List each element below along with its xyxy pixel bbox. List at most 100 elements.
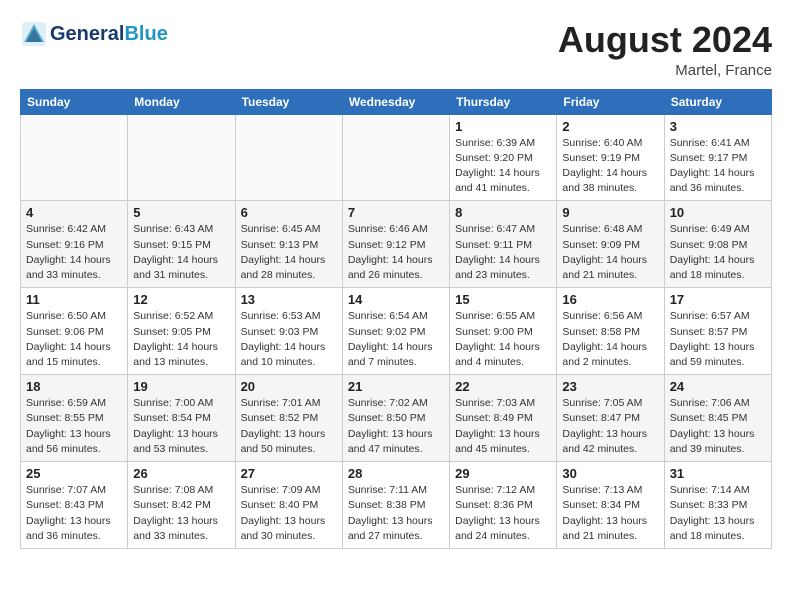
day-number: 4 xyxy=(26,205,122,220)
table-cell: 4 Sunrise: 6:42 AM Sunset: 9:16 PM Daylig… xyxy=(21,201,128,288)
col-friday: Friday xyxy=(557,89,664,114)
month-title: August 2024 xyxy=(558,20,772,60)
table-cell: 22 Sunrise: 7:03 AM Sunset: 8:49 PM Dayli… xyxy=(450,375,557,462)
day-number: 9 xyxy=(562,205,658,220)
day-info: Sunrise: 7:02 AM Sunset: 8:50 PM Dayligh… xyxy=(348,396,444,457)
header: GeneralBlue August 2024 Martel, France xyxy=(20,20,772,79)
week-row-5: 25Sunrise: 7:07 AM Sunset: 8:43 PM Dayli… xyxy=(21,462,772,549)
day-number: 11 xyxy=(26,292,122,307)
day-number: 1 xyxy=(455,119,551,134)
day-info: Sunrise: 6:49 AM Sunset: 9:08 PM Dayligh… xyxy=(670,222,766,283)
day-info: Sunrise: 6:42 AM Sunset: 9:16 PM Dayligh… xyxy=(26,222,122,283)
day-number: 21 xyxy=(348,379,444,394)
table-cell: 10Sunrise: 6:49 AM Sunset: 9:08 PM Dayli… xyxy=(664,201,771,288)
day-info: Sunrise: 6:54 AM Sunset: 9:02 PM Dayligh… xyxy=(348,309,444,370)
table-cell: 18Sunrise: 6:59 AM Sunset: 8:55 PM Dayli… xyxy=(21,375,128,462)
day-info: Sunrise: 7:12 AM Sunset: 8:36 PM Dayligh… xyxy=(455,483,551,544)
week-row-4: 18Sunrise: 6:59 AM Sunset: 8:55 PM Dayli… xyxy=(21,375,772,462)
table-cell: 13 Sunrise: 6:53 AM Sunset: 9:03 PM Dayli… xyxy=(235,288,342,375)
day-number: 14 xyxy=(348,292,444,307)
day-info: Sunrise: 6:47 AM Sunset: 9:11 PM Dayligh… xyxy=(455,222,551,283)
day-number: 7 xyxy=(348,205,444,220)
day-number: 12 xyxy=(133,292,229,307)
table-cell: 28Sunrise: 7:11 AM Sunset: 8:38 PM Dayli… xyxy=(342,462,449,549)
day-number: 16 xyxy=(562,292,658,307)
day-info: Sunrise: 6:48 AM Sunset: 9:09 PM Dayligh… xyxy=(562,222,658,283)
day-info: Sunrise: 6:55 AM Sunset: 9:00 PM Dayligh… xyxy=(455,309,551,370)
day-number: 5 xyxy=(133,205,229,220)
day-number: 13 xyxy=(241,292,337,307)
table-cell: 30 Sunrise: 7:13 AM Sunset: 8:34 PM Dayli… xyxy=(557,462,664,549)
table-cell: 8 Sunrise: 6:47 AM Sunset: 9:11 PM Daylig… xyxy=(450,201,557,288)
day-number: 28 xyxy=(348,466,444,481)
table-cell: 21 Sunrise: 7:02 AM Sunset: 8:50 PM Dayli… xyxy=(342,375,449,462)
day-number: 24 xyxy=(670,379,766,394)
title-area: August 2024 Martel, France xyxy=(558,20,772,79)
day-info: Sunrise: 7:01 AM Sunset: 8:52 PM Dayligh… xyxy=(241,396,337,457)
week-row-2: 4 Sunrise: 6:42 AM Sunset: 9:16 PM Daylig… xyxy=(21,201,772,288)
day-number: 20 xyxy=(241,379,337,394)
table-cell: 24Sunrise: 7:06 AM Sunset: 8:45 PM Dayli… xyxy=(664,375,771,462)
col-wednesday: Wednesday xyxy=(342,89,449,114)
table-cell: 5 Sunrise: 6:43 AM Sunset: 9:15 PM Daylig… xyxy=(128,201,235,288)
table-cell: 27Sunrise: 7:09 AM Sunset: 8:40 PM Dayli… xyxy=(235,462,342,549)
table-cell: 17 Sunrise: 6:57 AM Sunset: 8:57 PM Dayli… xyxy=(664,288,771,375)
day-info: Sunrise: 7:13 AM Sunset: 8:34 PM Dayligh… xyxy=(562,483,658,544)
day-number: 26 xyxy=(133,466,229,481)
day-info: Sunrise: 7:03 AM Sunset: 8:49 PM Dayligh… xyxy=(455,396,551,457)
day-number: 30 xyxy=(562,466,658,481)
logo-area: GeneralBlue xyxy=(20,20,168,48)
location: Martel, France xyxy=(558,62,772,79)
day-number: 15 xyxy=(455,292,551,307)
day-info: Sunrise: 6:43 AM Sunset: 9:15 PM Dayligh… xyxy=(133,222,229,283)
col-tuesday: Tuesday xyxy=(235,89,342,114)
table-cell: 6 Sunrise: 6:45 AM Sunset: 9:13 PM Daylig… xyxy=(235,201,342,288)
table-cell: 19 Sunrise: 7:00 AM Sunset: 8:54 PM Dayli… xyxy=(128,375,235,462)
table-cell: 3Sunrise: 6:41 AM Sunset: 9:17 PM Daylig… xyxy=(664,114,771,201)
week-row-1: 1 Sunrise: 6:39 AM Sunset: 9:20 PM Daylig… xyxy=(21,114,772,201)
day-info: Sunrise: 6:46 AM Sunset: 9:12 PM Dayligh… xyxy=(348,222,444,283)
day-number: 27 xyxy=(241,466,337,481)
table-cell: 15 Sunrise: 6:55 AM Sunset: 9:00 PM Dayli… xyxy=(450,288,557,375)
calendar-table: Sunday Monday Tuesday Wednesday Thursday… xyxy=(20,89,772,549)
table-cell: 31Sunrise: 7:14 AM Sunset: 8:33 PM Dayli… xyxy=(664,462,771,549)
logo-general: General xyxy=(50,23,124,45)
day-info: Sunrise: 6:39 AM Sunset: 9:20 PM Dayligh… xyxy=(455,136,551,197)
header-row: Sunday Monday Tuesday Wednesday Thursday… xyxy=(21,89,772,114)
table-cell xyxy=(128,114,235,201)
day-info: Sunrise: 6:52 AM Sunset: 9:05 PM Dayligh… xyxy=(133,309,229,370)
day-number: 3 xyxy=(670,119,766,134)
col-sunday: Sunday xyxy=(21,89,128,114)
day-info: Sunrise: 7:07 AM Sunset: 8:43 PM Dayligh… xyxy=(26,483,122,544)
day-number: 31 xyxy=(670,466,766,481)
table-cell: 12 Sunrise: 6:52 AM Sunset: 9:05 PM Dayli… xyxy=(128,288,235,375)
table-cell: 14 Sunrise: 6:54 AM Sunset: 9:02 PM Dayli… xyxy=(342,288,449,375)
day-info: Sunrise: 7:00 AM Sunset: 8:54 PM Dayligh… xyxy=(133,396,229,457)
logo-blue: Blue xyxy=(124,23,167,45)
day-info: Sunrise: 6:50 AM Sunset: 9:06 PM Dayligh… xyxy=(26,309,122,370)
table-cell: 16 Sunrise: 6:56 AM Sunset: 8:58 PM Dayli… xyxy=(557,288,664,375)
day-number: 17 xyxy=(670,292,766,307)
table-cell: 20 Sunrise: 7:01 AM Sunset: 8:52 PM Dayli… xyxy=(235,375,342,462)
day-info: Sunrise: 7:05 AM Sunset: 8:47 PM Dayligh… xyxy=(562,396,658,457)
col-thursday: Thursday xyxy=(450,89,557,114)
day-number: 19 xyxy=(133,379,229,394)
day-info: Sunrise: 6:40 AM Sunset: 9:19 PM Dayligh… xyxy=(562,136,658,197)
day-info: Sunrise: 6:57 AM Sunset: 8:57 PM Dayligh… xyxy=(670,309,766,370)
table-cell: 23 Sunrise: 7:05 AM Sunset: 8:47 PM Dayli… xyxy=(557,375,664,462)
table-cell xyxy=(235,114,342,201)
day-info: Sunrise: 6:56 AM Sunset: 8:58 PM Dayligh… xyxy=(562,309,658,370)
week-row-3: 11 Sunrise: 6:50 AM Sunset: 9:06 PM Dayli… xyxy=(21,288,772,375)
day-number: 23 xyxy=(562,379,658,394)
day-number: 29 xyxy=(455,466,551,481)
day-number: 22 xyxy=(455,379,551,394)
col-saturday: Saturday xyxy=(664,89,771,114)
day-info: Sunrise: 6:53 AM Sunset: 9:03 PM Dayligh… xyxy=(241,309,337,370)
day-info: Sunrise: 6:45 AM Sunset: 9:13 PM Dayligh… xyxy=(241,222,337,283)
day-number: 8 xyxy=(455,205,551,220)
logo: GeneralBlue xyxy=(20,20,168,48)
day-number: 6 xyxy=(241,205,337,220)
day-info: Sunrise: 6:59 AM Sunset: 8:55 PM Dayligh… xyxy=(26,396,122,457)
table-cell: 2Sunrise: 6:40 AM Sunset: 9:19 PM Daylig… xyxy=(557,114,664,201)
table-cell: 25Sunrise: 7:07 AM Sunset: 8:43 PM Dayli… xyxy=(21,462,128,549)
